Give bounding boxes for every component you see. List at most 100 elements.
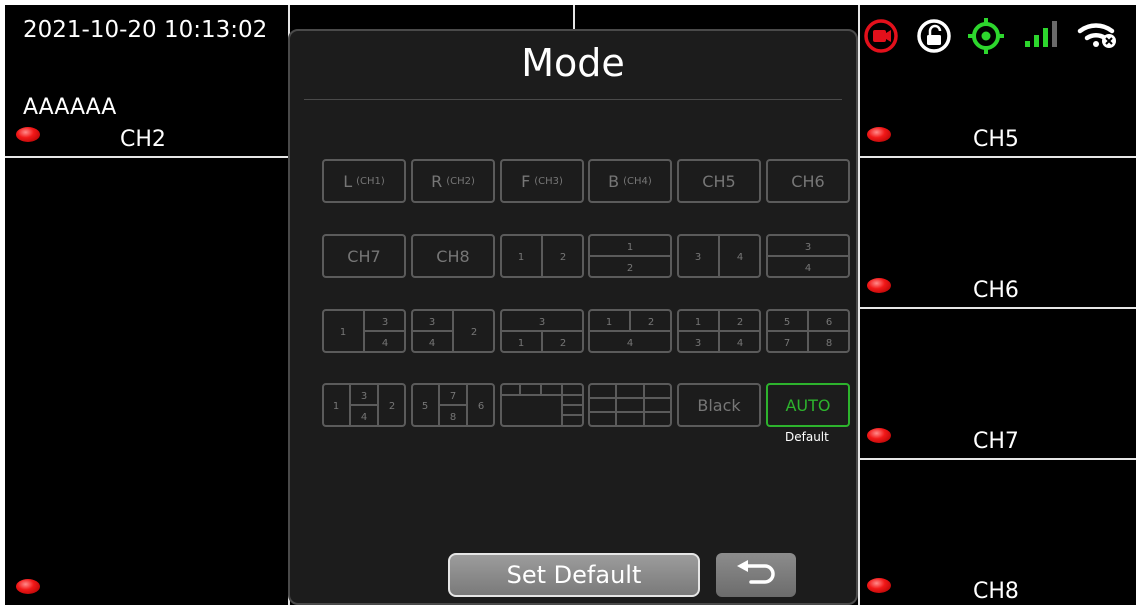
overlay-text: AAAAAA	[23, 95, 117, 120]
mode-button-label: CH7	[347, 246, 381, 266]
timestamp: 2021-10-20 10:13:02	[23, 17, 268, 43]
mode-button-l[interactable]: L (CH1)	[322, 159, 406, 203]
mode-button-b[interactable]: B (CH4)	[588, 159, 672, 203]
layout-number: 1	[627, 242, 633, 253]
channel-label-ch2: CH2	[120, 127, 166, 152]
layout-number: 7	[784, 338, 790, 349]
mode-dialog: Mode L (CH1) R (CH2) F (CH3) B (CH4) CH5 CH6…	[288, 29, 858, 605]
record-led-icon	[16, 579, 40, 594]
layout-number: 2	[560, 252, 566, 263]
record-led-icon	[867, 578, 891, 593]
layout-number: 1	[333, 401, 339, 412]
layout-split-3-4[interactable]: 3 4	[677, 234, 761, 278]
record-led-icon	[867, 428, 891, 443]
mode-button-label: R	[431, 171, 443, 191]
layout-number: 4	[429, 338, 435, 349]
auto-button-label: AUTO	[785, 395, 831, 415]
record-icon	[863, 18, 899, 58]
layout-number: 3	[805, 242, 811, 253]
channel-label-ch6: CH6	[973, 278, 1019, 303]
unlock-icon	[916, 18, 952, 58]
mode-button-r[interactable]: R (CH2)	[411, 159, 495, 203]
layout-number: 2	[471, 327, 477, 338]
auto-button[interactable]: AUTO	[766, 383, 850, 427]
layout-number: 1	[340, 327, 346, 338]
layout-number: 2	[627, 263, 633, 274]
layout-3-top-1-2-bottom[interactable]: 3 1 2	[500, 309, 584, 353]
layout-number: 4	[382, 338, 388, 349]
layout-1-left-3-4-right[interactable]: 1 3 4	[322, 309, 406, 353]
record-led-icon	[867, 127, 891, 142]
layout-number: 1	[695, 317, 701, 328]
layout-stack-3-4[interactable]: 3 4	[766, 234, 850, 278]
layout-5-7-8-6[interactable]: 5 7 8 6	[411, 383, 495, 427]
grid-divider	[858, 156, 1136, 158]
layout-quad-5-8[interactable]: 5 6 7 8	[766, 309, 850, 353]
channel-label-ch5: CH5	[973, 127, 1019, 152]
mode-button-ch6[interactable]: CH6	[766, 159, 850, 203]
default-caption: Default	[785, 430, 829, 444]
layout-number: 3	[361, 391, 367, 402]
layout-multi-view-1[interactable]	[500, 383, 584, 427]
layout-number: 4	[627, 338, 633, 349]
layout-number: 4	[361, 412, 367, 423]
layout-3-4-left-2-right[interactable]: 3 4 2	[411, 309, 495, 353]
camera-grid: 2021-10-20 10:13:02 AAAAAA CH2 CH5 CH6 C…	[5, 5, 1136, 605]
layout-1-3-4-2[interactable]: 1 3 4 2	[322, 383, 406, 427]
channel-label-ch8: CH8	[973, 579, 1019, 604]
layout-stack-1-2[interactable]: 1 2	[588, 234, 672, 278]
mode-button-sublabel: (CH4)	[623, 175, 652, 187]
mode-button-f[interactable]: F (CH3)	[500, 159, 584, 203]
mode-button-label: CH8	[436, 246, 470, 266]
set-default-button[interactable]: Set Default	[448, 553, 700, 597]
title-divider	[304, 99, 842, 100]
mode-button-ch5[interactable]: CH5	[677, 159, 761, 203]
layout-number: 2	[737, 317, 743, 328]
layout-number: 3	[695, 252, 701, 263]
layout-quad-1-4[interactable]: 1 2 3 4	[677, 309, 761, 353]
grid-divider	[858, 307, 1136, 309]
mode-button-sublabel: (CH3)	[534, 175, 563, 187]
channel-label-ch7: CH7	[973, 429, 1019, 454]
mode-button-ch8[interactable]: CH8	[411, 234, 495, 278]
layout-number: 3	[539, 317, 545, 328]
layout-number: 5	[784, 317, 790, 328]
wifi-off-icon	[1077, 19, 1119, 53]
gps-icon	[967, 17, 1005, 59]
layout-number: 2	[560, 338, 566, 349]
mode-button-label: CH6	[791, 171, 825, 191]
layout-number: 3	[695, 338, 701, 349]
mode-button-label: B	[608, 171, 620, 191]
record-led-icon	[867, 278, 891, 293]
layout-number: 5	[422, 401, 428, 412]
mode-button-label: L	[343, 171, 353, 191]
mode-button-label: F	[521, 171, 531, 191]
layout-1-2-top-4-bottom[interactable]: 1 2 4	[588, 309, 672, 353]
black-button-label: Black	[697, 395, 741, 415]
dialog-title: Mode	[521, 41, 625, 85]
layout-number: 4	[737, 252, 743, 263]
layout-number: 3	[429, 317, 435, 328]
black-button[interactable]: Black	[677, 383, 761, 427]
signal-icon	[1025, 19, 1063, 53]
layout-number: 8	[450, 412, 456, 423]
mode-button-sublabel: (CH1)	[356, 175, 385, 187]
layout-number: 1	[518, 338, 524, 349]
record-led-icon	[16, 127, 40, 142]
layout-number: 6	[826, 317, 832, 328]
layout-number: 1	[518, 252, 524, 263]
layout-number: 2	[648, 317, 654, 328]
layout-number: 8	[826, 338, 832, 349]
layout-number: 2	[389, 401, 395, 412]
grid-divider	[5, 156, 290, 158]
back-button[interactable]	[716, 553, 796, 597]
layout-number: 6	[478, 401, 484, 412]
layout-number: 4	[805, 263, 811, 274]
grid-divider	[858, 458, 1136, 460]
mode-button-ch7[interactable]: CH7	[322, 234, 406, 278]
layout-number: 1	[606, 317, 612, 328]
layout-number: 4	[737, 338, 743, 349]
layout-split-1-2[interactable]: 1 2	[500, 234, 584, 278]
layout-multi-view-2[interactable]	[588, 383, 672, 427]
grid-divider	[858, 5, 860, 605]
